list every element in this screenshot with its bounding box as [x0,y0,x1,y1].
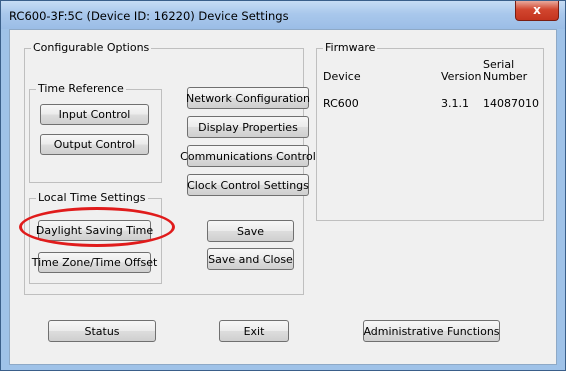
local-time-settings-group: Local Time Settings Daylight Saving Time… [29,191,162,284]
configurable-options-label: Configurable Options [31,41,152,54]
save-button[interactable]: Save [207,220,294,242]
time-reference-group: Time Reference Input Control Output Cont… [29,82,162,183]
network-configuration-button[interactable]: Network Configuration [186,87,310,109]
device-settings-window: RC600-3F:5C (Device ID: 16220) Device Se… [0,0,566,371]
close-button[interactable]: x [515,1,559,21]
firmware-row-version: 3.1.1 [441,97,469,110]
firmware-column-serial-line2: Number [483,70,528,83]
input-control-button[interactable]: Input Control [40,104,149,125]
firmware-group: Firmware Device Version Serial Number RC… [316,41,544,221]
display-properties-button[interactable]: Display Properties [187,116,309,138]
window-title: RC600-3F:5C (Device ID: 16220) Device Se… [9,9,289,23]
firmware-column-device: Device [323,70,361,83]
local-time-settings-label: Local Time Settings [36,191,148,204]
daylight-saving-time-button[interactable]: Daylight Saving Time [36,220,153,241]
status-button[interactable]: Status [48,320,156,342]
save-and-close-button[interactable]: Save and Close [207,248,294,270]
title-bar[interactable]: RC600-3F:5C (Device ID: 16220) Device Se… [1,1,565,29]
clock-control-settings-button[interactable]: Clock Control Settings [187,174,309,196]
firmware-label: Firmware [323,41,378,54]
output-control-button[interactable]: Output Control [40,134,149,155]
time-zone-offset-button[interactable]: Time Zone/Time Offset [32,252,157,273]
firmware-row-device: RC600 [323,97,359,110]
configurable-options-group: Configurable Options Time Reference Inpu… [24,41,316,295]
exit-button[interactable]: Exit [219,320,289,342]
firmware-row-serial: 14087010 [483,97,539,110]
administrative-functions-button[interactable]: Administrative Functions [363,320,500,342]
firmware-column-version: Version [441,70,482,83]
dialog-client-area: Configurable Options Time Reference Inpu… [9,29,557,365]
time-reference-label: Time Reference [36,82,126,95]
communications-control-button[interactable]: Communications Control [180,145,316,167]
close-icon: x [533,3,541,17]
